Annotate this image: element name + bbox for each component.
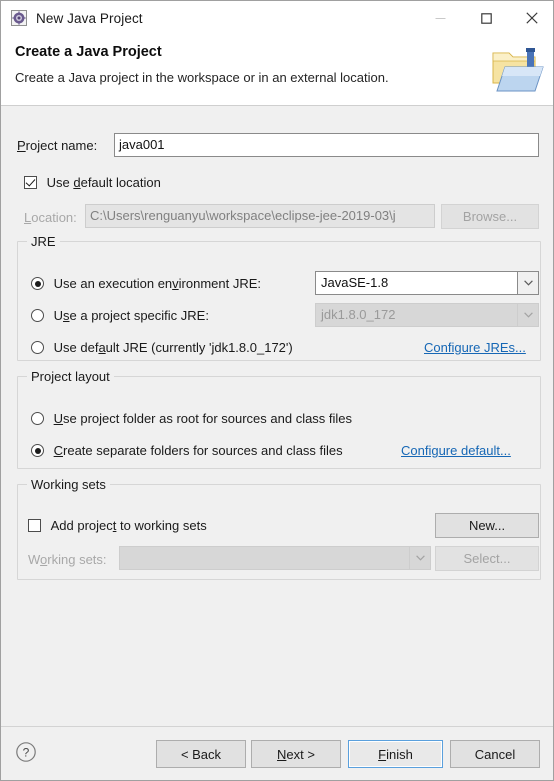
maximize-button[interactable]: [463, 1, 509, 35]
layout-option-separate-folders[interactable]: Create separate folders for sources and …: [31, 443, 343, 458]
chevron-down-icon-disabled[interactable]: [517, 303, 539, 327]
jre-project-specific-label: Use a project specific JRE:: [53, 308, 209, 323]
location-label: Location:: [24, 210, 77, 225]
jre-project-specific-combo[interactable]: jdk1.8.0_172: [315, 303, 539, 327]
help-icon[interactable]: ?: [15, 741, 37, 763]
java-project-icon: [11, 10, 27, 26]
layout-project-folder-radio[interactable]: [31, 412, 44, 425]
select-working-set-button[interactable]: Select...: [435, 546, 539, 571]
svg-text:?: ?: [23, 745, 30, 759]
java-project-folder-icon: [487, 39, 549, 99]
location-input[interactable]: C:\Users\renguanyu\workspace\eclipse-jee…: [85, 204, 435, 228]
use-default-location-row[interactable]: Use default location: [24, 175, 161, 190]
browse-button[interactable]: Browse...: [441, 204, 539, 229]
working-sets-combo[interactable]: [119, 546, 431, 570]
window-title: New Java Project: [36, 10, 143, 26]
project-layout-group-title: Project layout: [27, 369, 114, 384]
jre-execution-environment-combo[interactable]: JavaSE-1.8: [315, 271, 539, 295]
add-to-working-sets-row[interactable]: Add project to working sets: [28, 518, 207, 533]
working-sets-value: [119, 546, 409, 570]
jre-execution-environment-value: JavaSE-1.8: [315, 271, 517, 295]
layout-option-project-folder[interactable]: Use project folder as root for sources a…: [31, 411, 352, 426]
layout-separate-folders-label: Create separate folders for sources and …: [53, 443, 343, 458]
next-button[interactable]: Next >: [251, 740, 341, 768]
jre-default-radio[interactable]: [31, 341, 44, 354]
chevron-down-icon-working-sets[interactable]: [409, 546, 431, 570]
chevron-down-icon[interactable]: [517, 271, 539, 295]
minimize-button[interactable]: [417, 1, 463, 35]
title-bar: New Java Project: [1, 1, 553, 35]
page-subtitle: Create a Java project in the workspace o…: [15, 70, 389, 85]
next-button-label: Next >: [277, 746, 315, 762]
jre-option-default[interactable]: Use default JRE (currently 'jdk1.8.0_172…: [31, 340, 293, 355]
jre-execution-environment-radio[interactable]: [31, 277, 44, 290]
jre-option-project-specific[interactable]: Use a project specific JRE:: [31, 308, 209, 323]
page-title: Create a Java Project: [15, 44, 162, 60]
jre-project-specific-value: jdk1.8.0_172: [315, 303, 517, 327]
project-name-label: Project name:: [17, 138, 98, 153]
wizard-header: Create a Java Project Create a Java proj…: [1, 35, 553, 106]
project-name-input[interactable]: java001: [114, 133, 539, 157]
jre-option-execution-environment[interactable]: Use an execution environment JRE:: [31, 276, 261, 291]
add-to-working-sets-checkbox[interactable]: [28, 519, 41, 532]
jre-execution-environment-label: Use an execution environment JRE:: [53, 276, 262, 291]
add-to-working-sets-label: Add project to working sets: [50, 518, 207, 533]
working-sets-label: Working sets:: [28, 552, 107, 567]
window-controls: [417, 1, 553, 35]
new-working-set-button[interactable]: New...: [435, 513, 539, 538]
cancel-button[interactable]: Cancel: [450, 740, 540, 768]
jre-default-label: Use default JRE (currently 'jdk1.8.0_172…: [53, 340, 293, 355]
use-default-location-checkbox[interactable]: [24, 176, 37, 189]
configure-jres-link[interactable]: Configure JREs...: [424, 340, 526, 355]
jre-project-specific-radio[interactable]: [31, 309, 44, 322]
jre-group-title: JRE: [27, 234, 60, 249]
close-button[interactable]: [509, 1, 553, 35]
layout-project-folder-label: Use project folder as root for sources a…: [53, 411, 353, 426]
finish-button[interactable]: Finish: [348, 740, 443, 768]
layout-separate-folders-radio[interactable]: [31, 444, 44, 457]
dialog-footer: ? < Back Next > Finish Cancel: [1, 727, 553, 780]
finish-button-label: Finish: [378, 746, 413, 762]
dialog-body: Project name: java001 Use default locati…: [1, 106, 553, 726]
back-button[interactable]: < Back: [156, 740, 246, 768]
configure-default-link[interactable]: Configure default...: [401, 443, 511, 458]
use-default-location-label: Use default location: [46, 175, 161, 190]
new-java-project-dialog: New Java Project Create a Java Project C…: [0, 0, 554, 781]
working-sets-group-title: Working sets: [27, 477, 110, 492]
